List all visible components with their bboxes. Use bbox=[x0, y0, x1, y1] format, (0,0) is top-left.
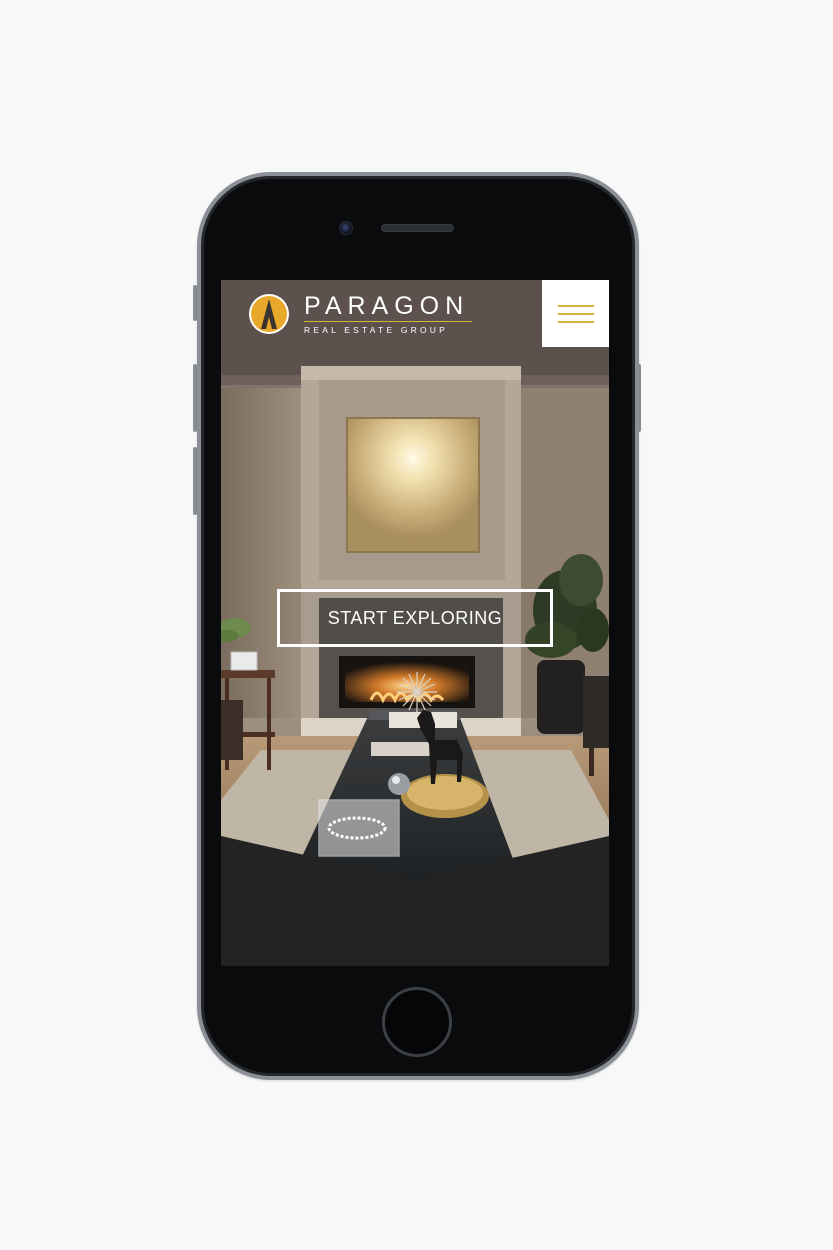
brand-name: PARAGON bbox=[304, 292, 470, 320]
phone-screen: PARAGON REAL ESTATE GROUP START EXPLORIN… bbox=[221, 280, 609, 966]
menu-button[interactable] bbox=[542, 280, 609, 347]
paragon-logo-icon bbox=[249, 294, 289, 334]
home-button[interactable] bbox=[382, 987, 452, 1057]
bottom-panel bbox=[221, 880, 609, 966]
brand-logo[interactable]: PARAGON REAL ESTATE GROUP bbox=[248, 293, 472, 335]
earpiece-speaker bbox=[381, 224, 454, 232]
front-camera bbox=[339, 221, 353, 235]
brand-tagline: REAL ESTATE GROUP bbox=[304, 325, 448, 335]
brand-divider bbox=[304, 321, 472, 322]
start-exploring-button[interactable]: START EXPLORING bbox=[277, 589, 553, 647]
brand-wordmark: PARAGON REAL ESTATE GROUP bbox=[304, 293, 472, 335]
hero-living-room-image bbox=[221, 280, 609, 880]
start-exploring-label: START EXPLORING bbox=[327, 607, 503, 628]
